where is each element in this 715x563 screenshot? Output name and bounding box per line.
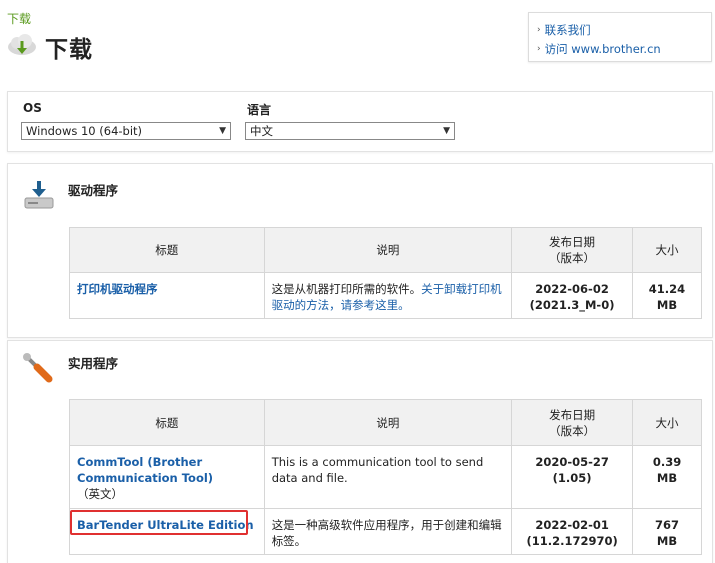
language-label: 语言 (247, 103, 272, 117)
language-select[interactable]: 中文 ▼ (245, 122, 455, 140)
file-size: 0.39 (652, 455, 682, 469)
language-note: （英文） (77, 487, 123, 501)
page-title-row: 下载 (6, 30, 93, 64)
section-heading: 驱动程序 (68, 183, 119, 198)
col-date: 发布日期 （版本） (511, 227, 633, 273)
breadcrumb[interactable]: 下载 (7, 10, 31, 27)
drivers-section: 驱动程序 标题 说明 发布日期 （版本） 大小 打印机驱动程序 这是从机器打印所需… (7, 163, 713, 338)
table-header-row: 标题 说明 发布日期 （版本） 大小 (69, 227, 702, 273)
version: (11.2.172970) (526, 534, 618, 548)
wrench-icon (21, 351, 55, 388)
table-row: CommTool (Brother Communication Tool) （英… (69, 445, 702, 509)
version: (1.05) (552, 471, 592, 485)
col-title: 标题 (69, 227, 265, 273)
contact-us-link[interactable]: › 联系我们 (537, 20, 711, 39)
chevron-down-icon: ▼ (219, 126, 226, 136)
col-description: 说明 (263, 399, 513, 446)
col-size: 大小 (632, 399, 702, 446)
chevron-right-icon: › (537, 24, 541, 35)
commtool-link[interactable]: CommTool (Brother Communication Tool) (77, 455, 213, 485)
col-title: 标题 (69, 399, 265, 446)
version: (2021.3_M-0) (529, 298, 615, 312)
row-description: This is a communication tool to send dat… (263, 445, 513, 509)
page-title: 下载 (45, 37, 93, 63)
printer-driver-link[interactable]: 打印机驱动程序 (77, 282, 158, 296)
release-date: 2020-05-27 (535, 455, 609, 469)
col-date: 发布日期 （版本） (511, 399, 634, 446)
filter-panel: OS Windows 10 (64-bit) ▼ 语言 中文 ▼ (7, 91, 713, 152)
col-size: 大小 (632, 227, 702, 273)
chevron-right-icon: › (537, 43, 541, 54)
row-description: 这是从机器打印所需的软件。 (271, 282, 422, 296)
quick-links-box: › 联系我们 › 访问 www.brother.cn (528, 12, 712, 62)
chevron-down-icon: ▼ (443, 126, 450, 136)
os-label: OS (23, 101, 42, 115)
cloud-download-icon (6, 33, 38, 62)
row-description: 这是一种高级软件应用程序，用于创建和编辑标签。 (263, 508, 513, 555)
col-description: 说明 (263, 227, 513, 273)
release-date: 2022-06-02 (535, 282, 609, 296)
drivers-table: 标题 说明 发布日期 （版本） 大小 打印机驱动程序 这是从机器打印所需的软件。关… (69, 227, 702, 319)
highlight-box (70, 510, 248, 535)
file-size: 41.24 (648, 282, 686, 296)
table-row: 打印机驱动程序 这是从机器打印所需的软件。关于卸载打印机驱动的方法，请参考这里。… (69, 272, 702, 319)
release-date: 2022-02-01 (535, 518, 609, 532)
visit-brother-link[interactable]: › 访问 www.brother.cn (537, 39, 711, 58)
os-select[interactable]: Windows 10 (64-bit) ▼ (21, 122, 231, 140)
file-size: 767 (655, 518, 680, 532)
table-header-row: 标题 说明 发布日期 （版本） 大小 (69, 399, 702, 446)
section-heading: 实用程序 (68, 356, 119, 371)
download-drive-icon (22, 178, 56, 215)
